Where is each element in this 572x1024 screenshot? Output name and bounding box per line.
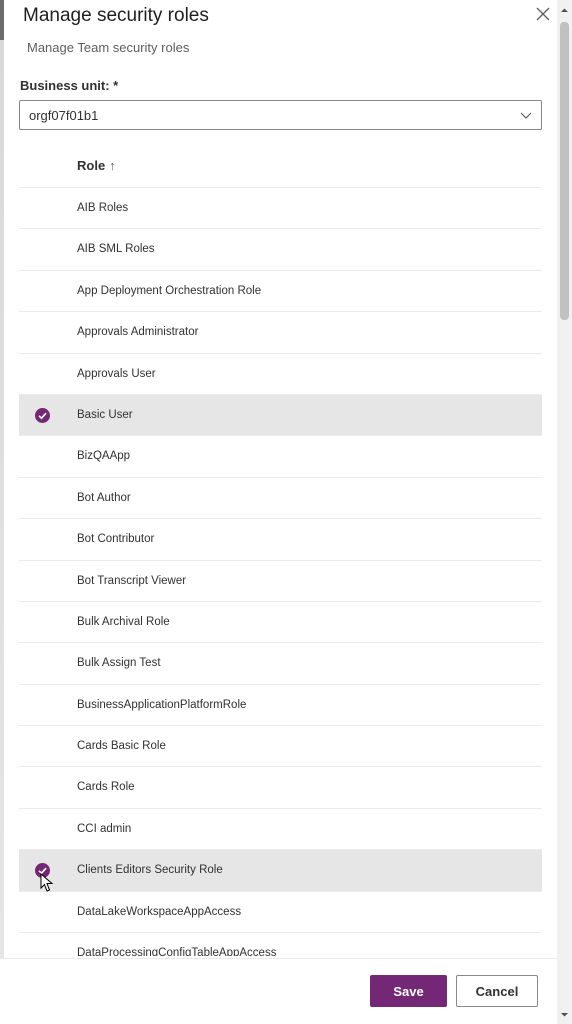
role-row[interactable]: Bulk Assign Test — [19, 643, 542, 685]
role-row[interactable]: AIB SML Roles — [19, 229, 542, 271]
row-select-checkbox[interactable] — [35, 739, 50, 754]
row-select-checkbox[interactable] — [35, 780, 50, 795]
panel-footer: Save Cancel — [0, 958, 557, 1024]
grid-header: Role ↑ — [19, 146, 542, 188]
panel-subtitle: Manage Team security roles — [27, 40, 190, 55]
panel-title: Manage security roles — [23, 5, 209, 26]
manage-security-roles-panel: Manage security roles Manage Team securi… — [0, 0, 572, 1024]
role-row[interactable]: Approvals Administrator — [19, 312, 542, 354]
role-name: Cards Basic Role — [77, 740, 166, 753]
role-row[interactable]: DataProcessingConfigTableAppAccess — [19, 933, 542, 956]
row-select-checkbox[interactable] — [35, 532, 50, 547]
row-select-checkbox[interactable] — [35, 325, 50, 340]
business-unit-dropdown[interactable]: orgf07f01b1 — [19, 100, 542, 130]
row-select-checkbox[interactable] — [35, 615, 50, 630]
role-column-header[interactable]: Role ↑ — [77, 158, 116, 173]
role-row[interactable]: Cards Role — [19, 767, 542, 809]
scrollbar-thumb[interactable] — [560, 22, 569, 320]
role-row[interactable]: DataLakeWorkspaceAppAccess — [19, 892, 542, 934]
role-name: Approvals User — [77, 367, 156, 380]
role-column-label: Role — [77, 158, 106, 173]
role-row[interactable]: BusinessApplicationPlatformRole — [19, 685, 542, 727]
row-select-checkbox[interactable] — [35, 201, 50, 216]
role-name: Bulk Archival Role — [77, 615, 170, 628]
backdrop-edge — [0, 0, 4, 1024]
role-name: Approvals Administrator — [77, 326, 199, 339]
role-name: AIB SML Roles — [77, 243, 155, 256]
row-select-checkbox[interactable] — [35, 698, 50, 713]
row-select-checkbox[interactable] — [35, 449, 50, 464]
role-name: BizQAApp — [77, 450, 131, 463]
close-icon — [536, 7, 550, 21]
chevron-down-icon — [520, 112, 532, 119]
role-name: Bulk Assign Test — [77, 657, 161, 670]
vertical-scrollbar[interactable] — [557, 0, 572, 1024]
row-select-checkbox[interactable] — [35, 656, 50, 671]
role-row[interactable]: AIB Roles — [19, 188, 542, 230]
roles-list: AIB Roles AIB SML Roles App Deployment Orc… — [19, 188, 542, 956]
row-select-checkbox[interactable] — [35, 905, 50, 920]
role-name: DataLakeWorkspaceAppAccess — [77, 905, 242, 918]
role-row[interactable]: Bulk Archival Role — [19, 602, 542, 644]
role-row[interactable]: Approvals User — [19, 354, 542, 395]
role-row[interactable]: Bot Contributor — [19, 519, 542, 561]
role-name: CCI admin — [77, 822, 132, 835]
cancel-button[interactable]: Cancel — [456, 975, 538, 1007]
role-name: AIB Roles — [77, 202, 129, 214]
scroll-up-arrow-icon[interactable] — [560, 6, 569, 15]
role-row[interactable]: Bot Transcript Viewer — [19, 561, 542, 602]
row-select-checkbox[interactable] — [35, 242, 50, 257]
role-name: App Deployment Orchestration Role — [77, 284, 262, 297]
role-name: Bot Author — [77, 491, 131, 504]
row-select-checkbox[interactable] — [35, 491, 50, 506]
role-row[interactable]: App Deployment Orchestration Role — [19, 271, 542, 313]
row-select-checkbox[interactable] — [35, 367, 50, 382]
sort-ascending-icon: ↑ — [109, 158, 116, 173]
role-row[interactable]: BizQAApp — [19, 436, 542, 478]
role-name: Bot Transcript Viewer — [77, 574, 187, 587]
row-select-checkbox[interactable] — [35, 822, 50, 837]
role-row[interactable]: Basic User — [19, 394, 542, 437]
role-name: Bot Contributor — [77, 533, 155, 546]
role-name: BusinessApplicationPlatformRole — [77, 698, 247, 711]
role-name: Basic User — [77, 408, 133, 421]
role-name: Cards Role — [77, 781, 135, 794]
role-row[interactable]: CCI admin — [19, 809, 542, 851]
close-button[interactable] — [532, 3, 554, 25]
checkmark-circle-icon[interactable] — [35, 407, 50, 423]
role-row[interactable]: Clients Editors Security Role — [19, 850, 542, 892]
role-name: DataProcessingConfigTableAppAccess — [77, 947, 277, 956]
business-unit-label: Business unit: * — [20, 78, 119, 93]
row-select-checkbox[interactable] — [35, 574, 50, 589]
role-name: Clients Editors Security Role — [77, 864, 223, 877]
role-row[interactable]: Bot Author — [19, 478, 542, 520]
row-select-checkbox[interactable] — [35, 946, 50, 956]
scroll-down-arrow-icon[interactable] — [560, 1010, 569, 1019]
save-button[interactable]: Save — [370, 975, 447, 1007]
business-unit-value: orgf07f01b1 — [29, 107, 99, 123]
checkmark-circle-icon[interactable] — [35, 863, 50, 879]
role-row[interactable]: Cards Basic Role — [19, 726, 542, 768]
row-select-checkbox[interactable] — [35, 284, 50, 299]
